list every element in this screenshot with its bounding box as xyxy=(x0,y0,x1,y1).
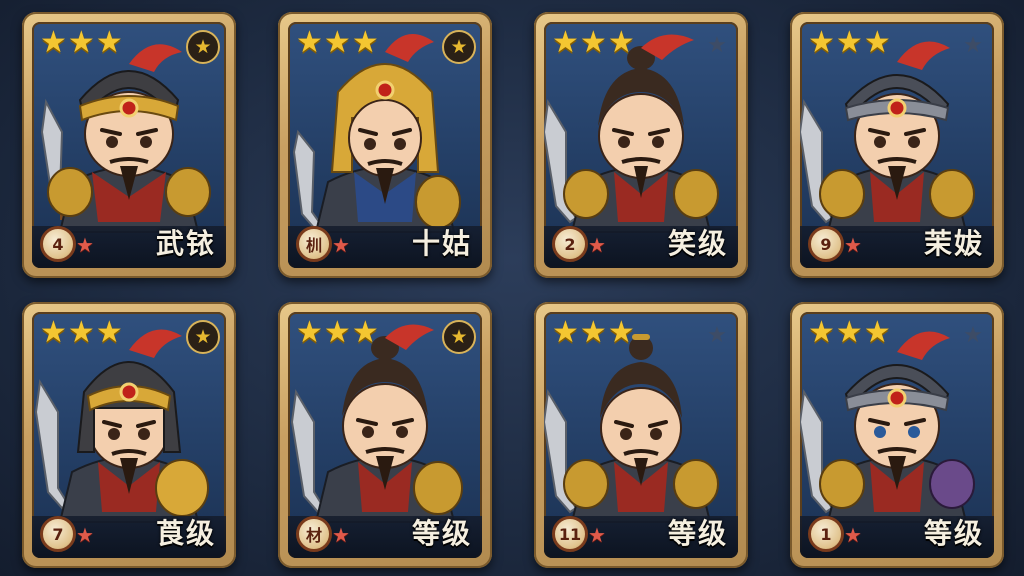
hero-card-inner: ★ ★ ★ ★ 2 ★ 笑级 xyxy=(544,22,738,268)
star-rating: ★ ★ ★ xyxy=(808,28,891,58)
hero-card-inner: ★ ★ ★ ★ 4 ★ 武铱 xyxy=(32,22,226,268)
hero-name: 等级 xyxy=(667,517,728,550)
hero-info-bar: 11 ★ 等级 xyxy=(544,516,738,558)
gold-star-icon: ★ xyxy=(808,315,835,350)
gold-star-icon: ★ xyxy=(40,315,67,350)
gold-star-icon: ★ xyxy=(95,315,123,350)
level-badge: 2 xyxy=(552,226,588,262)
hero-card[interactable]: ★ ★ ★ ★ 1 ★ 等级 xyxy=(790,302,1004,568)
level-badge: 9 xyxy=(808,226,844,262)
gold-star-icon: ★ xyxy=(607,25,635,60)
gold-star-icon: ★ xyxy=(863,315,891,350)
hero-name: 笑级 xyxy=(667,227,728,260)
red-star-icon: ★ xyxy=(76,233,94,257)
awaken-star-icon: ★ xyxy=(442,30,476,64)
gold-star-icon: ★ xyxy=(296,25,323,60)
red-star-icon: ★ xyxy=(588,233,606,257)
gold-star-icon: ★ xyxy=(552,315,579,350)
gold-star-icon: ★ xyxy=(296,315,323,350)
awaken-star-icon: ★ xyxy=(442,320,476,354)
hero-info-bar: 9 ★ 茉妭 xyxy=(800,226,994,268)
hero-card[interactable]: ★ ★ ★ ★ 7 ★ 莨级 xyxy=(22,302,236,568)
hero-name: 茉妭 xyxy=(923,227,984,260)
gold-star-icon: ★ xyxy=(808,25,835,60)
hero-info-bar: 1 ★ 等级 xyxy=(800,516,994,558)
hero-info-bar: 7 ★ 莨级 xyxy=(32,516,226,558)
gold-star-icon: ★ xyxy=(579,315,607,350)
hero-info-bar: 2 ★ 笑级 xyxy=(544,226,738,268)
red-star-icon: ★ xyxy=(588,523,606,547)
level-badge: 材 xyxy=(296,516,332,552)
gold-star-icon: ★ xyxy=(835,25,863,60)
gold-star-icon: ★ xyxy=(835,315,863,350)
red-star-icon: ★ xyxy=(844,523,862,547)
gold-star-icon: ★ xyxy=(67,25,95,60)
hero-name: 等级 xyxy=(923,517,984,550)
star-rating: ★ ★ ★ xyxy=(552,28,635,58)
hero-card-inner: ★ ★ ★ ★ 材 ★ 等级 xyxy=(288,312,482,558)
hero-name: 武铱 xyxy=(155,227,216,260)
gold-star-icon: ★ xyxy=(351,315,379,350)
hero-card[interactable]: ★ ★ ★ ★ 材 ★ 等级 xyxy=(278,302,492,568)
star-rating: ★ ★ ★ xyxy=(296,28,379,58)
gold-star-icon: ★ xyxy=(863,25,891,60)
hero-card-inner: ★ ★ ★ ★ 11 ★ 等级 xyxy=(544,312,738,558)
star-rating: ★ ★ ★ xyxy=(808,318,891,348)
gold-star-icon: ★ xyxy=(40,25,67,60)
gold-star-icon: ★ xyxy=(323,25,351,60)
level-badge: 4 xyxy=(40,226,76,262)
hero-card[interactable]: ★ ★ ★ ★ 9 ★ 茉妭 xyxy=(790,12,1004,278)
hero-card[interactable]: ★ ★ ★ ★ 杊 ★ 十姑 xyxy=(278,12,492,278)
hero-card-inner: ★ ★ ★ ★ 1 ★ 等级 xyxy=(800,312,994,558)
gold-star-icon: ★ xyxy=(607,315,635,350)
hero-info-bar: 杊 ★ 十姑 xyxy=(288,226,482,268)
red-star-icon: ★ xyxy=(844,233,862,257)
hero-card-inner: ★ ★ ★ ★ 7 ★ 莨级 xyxy=(32,312,226,558)
gold-star-icon: ★ xyxy=(351,25,379,60)
level-badge: 1 xyxy=(808,516,844,552)
hero-card[interactable]: ★ ★ ★ ★ 4 ★ 武铱 xyxy=(22,12,236,278)
level-badge: 杊 xyxy=(296,226,332,262)
level-badge: 11 xyxy=(552,516,588,552)
hero-name: 莨级 xyxy=(155,517,216,550)
star-rating: ★ ★ ★ xyxy=(40,318,123,348)
star-rating: ★ ★ ★ xyxy=(40,28,123,58)
awaken-star-icon: ★ xyxy=(707,322,727,348)
hero-card[interactable]: ★ ★ ★ ★ 11 ★ 等级 xyxy=(534,302,748,568)
hero-name: 十姑 xyxy=(411,227,472,260)
star-rating: ★ ★ ★ xyxy=(296,318,379,348)
gold-star-icon: ★ xyxy=(67,315,95,350)
awaken-star-icon: ★ xyxy=(963,322,983,348)
red-star-icon: ★ xyxy=(332,523,350,547)
hero-name: 等级 xyxy=(411,517,472,550)
hero-card-grid: ★ ★ ★ ★ 4 ★ 武铱 ★ ★ ★ ★ 杊 ★ 十姑 ★ ★ ★ ★ 2 … xyxy=(0,0,1024,576)
awaken-star-icon: ★ xyxy=(707,32,727,58)
hero-info-bar: 4 ★ 武铱 xyxy=(32,226,226,268)
level-badge: 7 xyxy=(40,516,76,552)
awaken-star-icon: ★ xyxy=(963,32,983,58)
hero-card-inner: ★ ★ ★ ★ 9 ★ 茉妭 xyxy=(800,22,994,268)
hero-card-inner: ★ ★ ★ ★ 杊 ★ 十姑 xyxy=(288,22,482,268)
hero-card[interactable]: ★ ★ ★ ★ 2 ★ 笑级 xyxy=(534,12,748,278)
awaken-star-icon: ★ xyxy=(186,320,220,354)
star-rating: ★ ★ ★ xyxy=(552,318,635,348)
gold-star-icon: ★ xyxy=(323,315,351,350)
gold-star-icon: ★ xyxy=(95,25,123,60)
gold-star-icon: ★ xyxy=(579,25,607,60)
red-star-icon: ★ xyxy=(76,523,94,547)
hero-info-bar: 材 ★ 等级 xyxy=(288,516,482,558)
red-star-icon: ★ xyxy=(332,233,350,257)
awaken-star-icon: ★ xyxy=(186,30,220,64)
gold-star-icon: ★ xyxy=(552,25,579,60)
